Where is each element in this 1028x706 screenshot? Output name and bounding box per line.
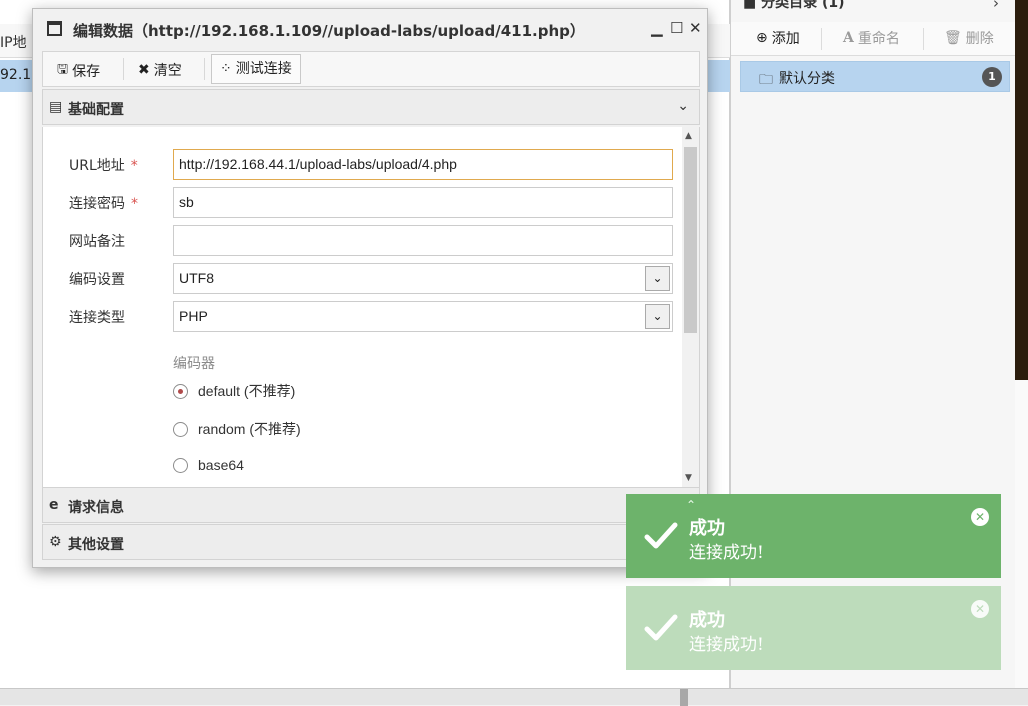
- password-input[interactable]: sb: [173, 187, 673, 218]
- category-toolbar: ⊕ 添加 A 重命名 🗑 删除: [731, 22, 1016, 56]
- encoding-label: 编码设置: [69, 272, 125, 288]
- edge-icon: e: [49, 497, 59, 513]
- section-other-settings[interactable]: ⚙ 其他设置: [42, 524, 700, 560]
- background-edge: [1015, 0, 1028, 380]
- toolbar-divider: [123, 58, 124, 80]
- bottom-scrollbar[interactable]: [0, 688, 1028, 706]
- folder-icon: ■: [743, 0, 762, 11]
- close-icon[interactable]: ✕: [689, 19, 702, 37]
- save-button[interactable]: 🖫 保存: [57, 60, 100, 82]
- success-toast: 成功 连接成功! ✕: [626, 494, 1001, 578]
- trash-icon: 🗑: [944, 30, 962, 46]
- category-count-badge: 1: [982, 67, 1002, 87]
- floppy-icon: 🖫: [57, 62, 69, 77]
- password-label: 连接密码 *: [69, 196, 138, 212]
- category-item-default[interactable]: 🗀 默认分类 1: [740, 61, 1010, 92]
- connection-type-selected-value: PHP: [179, 308, 208, 324]
- success-toast: 成功 连接成功! ✕: [626, 586, 1001, 670]
- toast-title: 成功: [689, 518, 725, 539]
- section-request-info[interactable]: e 请求信息: [42, 487, 700, 523]
- encoder-title: 编码器: [173, 356, 215, 372]
- toast-message: 连接成功!: [689, 543, 764, 563]
- connection-type-label: 连接类型: [69, 310, 125, 326]
- minimize-icon[interactable]: ▁: [651, 19, 663, 37]
- rename-category-button[interactable]: A 重命名: [843, 28, 900, 48]
- section-basic-config[interactable]: ▤ 基础配置 ⌄: [42, 89, 700, 125]
- close-icon[interactable]: ✕: [971, 508, 989, 526]
- row-ip-cell: 92.1: [0, 67, 32, 83]
- required-mark: *: [130, 158, 138, 174]
- radio-default[interactable]: [173, 383, 188, 399]
- toast-message: 连接成功!: [689, 635, 764, 655]
- x-icon: ✖: [138, 62, 150, 78]
- scrollbar-thumb[interactable]: [684, 147, 697, 333]
- toolbar-divider: [821, 28, 822, 50]
- test-connection-button[interactable]: ⁘ 测试连接: [211, 54, 301, 84]
- plus-circle-icon: ⊕: [756, 30, 768, 46]
- encoder-option-default[interactable]: default (不推荐): [173, 381, 295, 401]
- pane-splitter[interactable]: [680, 689, 688, 706]
- checkmark-icon: [644, 614, 678, 641]
- chevron-down-icon[interactable]: ⌄: [645, 304, 670, 329]
- form-scrollbar[interactable]: ▲ ▼: [682, 127, 699, 489]
- spinner-icon: ⁘: [220, 61, 232, 77]
- required-mark: *: [131, 196, 138, 212]
- checkmark-icon: [644, 522, 678, 549]
- toolbar-divider: [923, 28, 924, 50]
- close-icon[interactable]: ✕: [971, 600, 989, 618]
- note-label: 网站备注: [69, 234, 125, 250]
- dialog-toolbar: 🖫 保存 ✖ 清空 ⁘ 测试连接: [42, 51, 700, 87]
- connection-type-select[interactable]: PHP ⌄: [173, 301, 673, 332]
- gears-icon: ⚙: [49, 534, 62, 550]
- encoder-option-base64[interactable]: base64: [173, 457, 244, 473]
- clear-button[interactable]: ✖ 清空: [138, 60, 182, 80]
- encoder-option-random[interactable]: random (不推荐): [173, 419, 301, 439]
- background-edge: [1015, 380, 1028, 690]
- chevron-down-icon[interactable]: ⌄: [645, 266, 670, 291]
- basic-config-form: URL地址 * http://192.168.44.1/upload-labs/u…: [42, 127, 700, 489]
- chevron-right-icon[interactable]: ›: [993, 0, 999, 12]
- add-category-button[interactable]: ⊕ 添加: [756, 28, 800, 48]
- document-icon: ▤: [49, 99, 63, 115]
- font-icon: A: [843, 30, 854, 46]
- scroll-up-icon[interactable]: ▲: [685, 131, 692, 141]
- note-input[interactable]: [173, 225, 673, 256]
- radio-random[interactable]: [173, 421, 188, 437]
- column-ip-label[interactable]: IP地: [0, 32, 27, 52]
- maximize-icon[interactable]: ☐: [670, 19, 683, 37]
- scroll-down-icon[interactable]: ▼: [685, 473, 692, 483]
- radio-base64[interactable]: [173, 457, 188, 473]
- chevron-up-icon[interactable]: ⌃: [686, 498, 696, 512]
- toast-title: 成功: [689, 610, 725, 631]
- url-input[interactable]: http://192.168.44.1/upload-labs/upload/4…: [173, 149, 673, 180]
- encoding-select[interactable]: UTF8 ⌄: [173, 263, 673, 294]
- toolbar-divider: [204, 58, 205, 80]
- category-pane-title: ■ 分类目录 (1): [743, 0, 845, 12]
- dialog-title: 编辑数据（http://192.168.1.109//upload-labs/u…: [73, 22, 585, 40]
- category-label: 默认分类: [779, 71, 835, 87]
- encoding-selected-value: UTF8: [179, 270, 214, 286]
- folder-icon: 🗀: [759, 72, 773, 88]
- url-label: URL地址 *: [69, 158, 138, 174]
- delete-category-button[interactable]: 🗑 删除: [944, 28, 994, 48]
- window-icon: [47, 21, 62, 36]
- chevron-down-icon: ⌄: [677, 98, 689, 114]
- edit-data-dialog: 编辑数据（http://192.168.1.109//upload-labs/u…: [32, 8, 708, 568]
- dialog-titlebar[interactable]: 编辑数据（http://192.168.1.109//upload-labs/u…: [33, 9, 707, 49]
